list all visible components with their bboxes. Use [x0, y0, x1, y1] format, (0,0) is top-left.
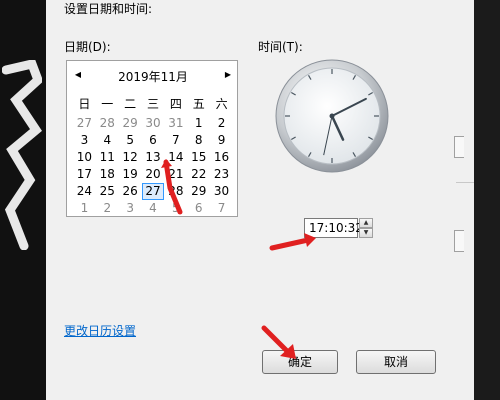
calendar-day[interactable]: 4 [142, 200, 165, 217]
date-label: 日期(D): [64, 40, 111, 54]
next-month-icon[interactable]: ▶ [223, 70, 233, 80]
calligraphy-decoration [2, 60, 42, 250]
calendar-day[interactable]: 2 [96, 200, 119, 217]
calendar-nav: ◀ 2019年11月 ▶ [67, 61, 239, 89]
calendar-day[interactable]: 13 [142, 149, 165, 166]
calendar-day[interactable]: 6 [187, 200, 210, 217]
calendar-day[interactable]: 5 [164, 200, 187, 217]
calendar-day[interactable]: 5 [119, 132, 142, 149]
calendar-day[interactable]: 14 [164, 149, 187, 166]
calendar-day[interactable]: 1 [187, 115, 210, 132]
calendar-day[interactable]: 16 [210, 149, 233, 166]
calendar[interactable]: ◀ 2019年11月 ▶ 日一二三四五六 27 28 29 30 31 1 2 3 4 5 6 7 8 9… [66, 60, 238, 217]
calendar-day[interactable]: 12 [119, 149, 142, 166]
divider [456, 182, 474, 183]
calendar-day[interactable]: 25 [96, 183, 119, 200]
time-label: 时间(T): [258, 40, 303, 54]
date-time-dialog: 设置日期和时间: 日期(D): 时间(T): ◀ 2019年11月 ▶ 日一二三… [46, 0, 474, 400]
calendar-day[interactable]: 7 [164, 132, 187, 149]
calendar-day[interactable]: 3 [119, 200, 142, 217]
calendar-day[interactable]: 1 [73, 200, 96, 217]
weekday-label: 一 [101, 97, 114, 111]
calendar-day[interactable]: 26 [119, 183, 142, 200]
calendar-day[interactable]: 11 [96, 149, 119, 166]
side-button-edge[interactable] [454, 136, 464, 158]
calendar-day[interactable]: 24 [73, 183, 96, 200]
calendar-day[interactable]: 10 [73, 149, 96, 166]
calendar-day[interactable]: 27 [141, 183, 165, 200]
change-calendar-settings-link[interactable]: 更改日历设置 [64, 322, 136, 339]
calendar-day[interactable]: 28 [164, 183, 187, 200]
weekday-label: 五 [192, 97, 205, 111]
day-grid[interactable]: 27 28 29 30 31 1 2 3 4 5 6 7 8 9 10 11 12 13 14 15 16 17 18 19 2… [73, 115, 233, 217]
weekday-label: 日 [78, 97, 91, 111]
calendar-day[interactable]: 29 [187, 183, 210, 200]
calendar-day[interactable]: 31 [164, 115, 187, 132]
calendar-day[interactable]: 30 [142, 115, 165, 132]
clock-center [329, 113, 335, 119]
cancel-button[interactable]: 取消 [356, 350, 436, 374]
calendar-day[interactable]: 18 [96, 166, 119, 183]
calendar-day[interactable]: 30 [210, 183, 233, 200]
weekday-label: 六 [215, 97, 228, 111]
time-input[interactable]: 17:10:32 [304, 218, 363, 238]
calendar-day[interactable]: 9 [210, 132, 233, 149]
calendar-day[interactable]: 21 [164, 166, 187, 183]
calendar-day[interactable]: 8 [187, 132, 210, 149]
weekday-header: 日一二三四五六 [73, 95, 233, 112]
weekday-label: 三 [146, 97, 159, 111]
calendar-day[interactable]: 2 [210, 115, 233, 132]
dialog-caption: 设置日期和时间: [64, 2, 153, 16]
calendar-day[interactable]: 15 [187, 149, 210, 166]
calendar-day[interactable]: 19 [119, 166, 142, 183]
month-title[interactable]: 2019年11月 [67, 68, 239, 85]
calendar-day[interactable]: 6 [142, 132, 165, 149]
calendar-day[interactable]: 28 [96, 115, 119, 132]
time-down-icon[interactable]: ▼ [359, 228, 373, 238]
calendar-day[interactable]: 22 [187, 166, 210, 183]
calendar-day[interactable]: 27 [73, 115, 96, 132]
calendar-day[interactable]: 17 [73, 166, 96, 183]
analog-clock [275, 59, 389, 173]
side-button-edge[interactable] [454, 230, 464, 252]
calendar-day[interactable]: 29 [119, 115, 142, 132]
time-up-icon[interactable]: ▲ [359, 218, 373, 228]
calendar-day[interactable]: 20 [142, 166, 165, 183]
calendar-day[interactable]: 23 [210, 166, 233, 183]
calendar-day[interactable]: 4 [96, 132, 119, 149]
calendar-day[interactable]: 3 [73, 132, 96, 149]
weekday-label: 二 [124, 97, 137, 111]
weekday-label: 四 [169, 97, 182, 111]
calendar-day[interactable]: 7 [210, 200, 233, 217]
background-right [472, 0, 500, 400]
ok-button[interactable]: 确定 [262, 350, 338, 374]
background-left [0, 0, 48, 400]
